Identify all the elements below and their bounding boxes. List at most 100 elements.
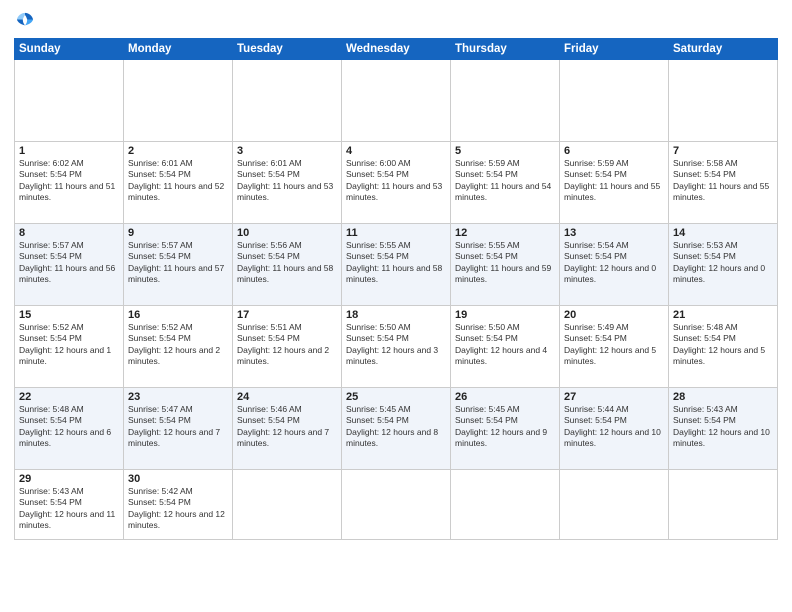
calendar-cell: [669, 60, 778, 142]
day-info: Sunrise: 5:42 AMSunset: 5:54 PMDaylight:…: [128, 486, 228, 532]
col-thursday: Thursday: [451, 39, 560, 60]
calendar-cell: [233, 470, 342, 540]
calendar-cell: 27Sunrise: 5:44 AMSunset: 5:54 PMDayligh…: [560, 388, 669, 470]
day-info: Sunrise: 5:49 AMSunset: 5:54 PMDaylight:…: [564, 322, 664, 368]
day-number: 1: [19, 145, 119, 157]
calendar-cell: 18Sunrise: 5:50 AMSunset: 5:54 PMDayligh…: [342, 306, 451, 388]
col-friday: Friday: [560, 39, 669, 60]
day-info: Sunrise: 5:50 AMSunset: 5:54 PMDaylight:…: [346, 322, 446, 368]
calendar-cell: 10Sunrise: 5:56 AMSunset: 5:54 PMDayligh…: [233, 224, 342, 306]
calendar-cell: [669, 470, 778, 540]
calendar-header-row: Sunday Monday Tuesday Wednesday Thursday…: [15, 39, 778, 60]
calendar-cell: 29Sunrise: 5:43 AMSunset: 5:54 PMDayligh…: [15, 470, 124, 540]
calendar-week-row: 22Sunrise: 5:48 AMSunset: 5:54 PMDayligh…: [15, 388, 778, 470]
day-number: 18: [346, 309, 446, 321]
calendar-cell: [342, 60, 451, 142]
day-number: 13: [564, 227, 664, 239]
day-info: Sunrise: 5:55 AMSunset: 5:54 PMDaylight:…: [346, 240, 446, 286]
day-info: Sunrise: 6:02 AMSunset: 5:54 PMDaylight:…: [19, 158, 119, 204]
day-number: 2: [128, 145, 228, 157]
calendar-cell: 16Sunrise: 5:52 AMSunset: 5:54 PMDayligh…: [124, 306, 233, 388]
calendar-cell: 6Sunrise: 5:59 AMSunset: 5:54 PMDaylight…: [560, 142, 669, 224]
calendar-cell: 11Sunrise: 5:55 AMSunset: 5:54 PMDayligh…: [342, 224, 451, 306]
calendar-cell: 12Sunrise: 5:55 AMSunset: 5:54 PMDayligh…: [451, 224, 560, 306]
day-number: 15: [19, 309, 119, 321]
calendar-cell: 21Sunrise: 5:48 AMSunset: 5:54 PMDayligh…: [669, 306, 778, 388]
calendar-week-row: [15, 60, 778, 142]
day-info: Sunrise: 5:52 AMSunset: 5:54 PMDaylight:…: [19, 322, 119, 368]
page: Sunday Monday Tuesday Wednesday Thursday…: [0, 0, 792, 612]
day-info: Sunrise: 5:54 AMSunset: 5:54 PMDaylight:…: [564, 240, 664, 286]
logo: [14, 10, 38, 32]
calendar-week-row: 1Sunrise: 6:02 AMSunset: 5:54 PMDaylight…: [15, 142, 778, 224]
calendar-cell: [342, 470, 451, 540]
calendar-cell: [451, 60, 560, 142]
day-number: 25: [346, 391, 446, 403]
day-number: 19: [455, 309, 555, 321]
calendar-cell: 1Sunrise: 6:02 AMSunset: 5:54 PMDaylight…: [15, 142, 124, 224]
day-info: Sunrise: 6:01 AMSunset: 5:54 PMDaylight:…: [128, 158, 228, 204]
day-info: Sunrise: 5:45 AMSunset: 5:54 PMDaylight:…: [346, 404, 446, 450]
calendar-cell: [560, 470, 669, 540]
day-number: 8: [19, 227, 119, 239]
calendar-cell: 22Sunrise: 5:48 AMSunset: 5:54 PMDayligh…: [15, 388, 124, 470]
calendar-cell: 8Sunrise: 5:57 AMSunset: 5:54 PMDaylight…: [15, 224, 124, 306]
calendar-cell: 26Sunrise: 5:45 AMSunset: 5:54 PMDayligh…: [451, 388, 560, 470]
day-info: Sunrise: 5:55 AMSunset: 5:54 PMDaylight:…: [455, 240, 555, 286]
day-number: 5: [455, 145, 555, 157]
day-info: Sunrise: 5:57 AMSunset: 5:54 PMDaylight:…: [19, 240, 119, 286]
day-number: 7: [673, 145, 773, 157]
day-info: Sunrise: 5:51 AMSunset: 5:54 PMDaylight:…: [237, 322, 337, 368]
calendar-cell: [560, 60, 669, 142]
day-info: Sunrise: 5:52 AMSunset: 5:54 PMDaylight:…: [128, 322, 228, 368]
calendar-cell: 14Sunrise: 5:53 AMSunset: 5:54 PMDayligh…: [669, 224, 778, 306]
day-info: Sunrise: 5:43 AMSunset: 5:54 PMDaylight:…: [673, 404, 773, 450]
day-number: 26: [455, 391, 555, 403]
day-info: Sunrise: 5:48 AMSunset: 5:54 PMDaylight:…: [19, 404, 119, 450]
day-number: 22: [19, 391, 119, 403]
day-info: Sunrise: 6:01 AMSunset: 5:54 PMDaylight:…: [237, 158, 337, 204]
day-number: 23: [128, 391, 228, 403]
day-number: 3: [237, 145, 337, 157]
day-info: Sunrise: 5:47 AMSunset: 5:54 PMDaylight:…: [128, 404, 228, 450]
calendar-cell: 13Sunrise: 5:54 AMSunset: 5:54 PMDayligh…: [560, 224, 669, 306]
calendar-week-row: 8Sunrise: 5:57 AMSunset: 5:54 PMDaylight…: [15, 224, 778, 306]
calendar-cell: 23Sunrise: 5:47 AMSunset: 5:54 PMDayligh…: [124, 388, 233, 470]
calendar-cell: 4Sunrise: 6:00 AMSunset: 5:54 PMDaylight…: [342, 142, 451, 224]
day-number: 6: [564, 145, 664, 157]
calendar-cell: 5Sunrise: 5:59 AMSunset: 5:54 PMDaylight…: [451, 142, 560, 224]
day-info: Sunrise: 5:56 AMSunset: 5:54 PMDaylight:…: [237, 240, 337, 286]
day-number: 20: [564, 309, 664, 321]
day-info: Sunrise: 5:43 AMSunset: 5:54 PMDaylight:…: [19, 486, 119, 532]
calendar-table: Sunday Monday Tuesday Wednesday Thursday…: [14, 38, 778, 540]
calendar-week-row: 29Sunrise: 5:43 AMSunset: 5:54 PMDayligh…: [15, 470, 778, 540]
calendar-week-row: 15Sunrise: 5:52 AMSunset: 5:54 PMDayligh…: [15, 306, 778, 388]
day-info: Sunrise: 5:57 AMSunset: 5:54 PMDaylight:…: [128, 240, 228, 286]
day-number: 30: [128, 473, 228, 485]
calendar-cell: 28Sunrise: 5:43 AMSunset: 5:54 PMDayligh…: [669, 388, 778, 470]
calendar-cell: 19Sunrise: 5:50 AMSunset: 5:54 PMDayligh…: [451, 306, 560, 388]
day-number: 17: [237, 309, 337, 321]
day-info: Sunrise: 5:59 AMSunset: 5:54 PMDaylight:…: [564, 158, 664, 204]
day-info: Sunrise: 5:50 AMSunset: 5:54 PMDaylight:…: [455, 322, 555, 368]
logo-icon: [14, 10, 36, 32]
col-tuesday: Tuesday: [233, 39, 342, 60]
calendar-cell: 30Sunrise: 5:42 AMSunset: 5:54 PMDayligh…: [124, 470, 233, 540]
col-monday: Monday: [124, 39, 233, 60]
day-number: 29: [19, 473, 119, 485]
day-number: 24: [237, 391, 337, 403]
day-number: 14: [673, 227, 773, 239]
day-info: Sunrise: 5:45 AMSunset: 5:54 PMDaylight:…: [455, 404, 555, 450]
calendar-cell: 7Sunrise: 5:58 AMSunset: 5:54 PMDaylight…: [669, 142, 778, 224]
header: [14, 10, 778, 32]
calendar-cell: 15Sunrise: 5:52 AMSunset: 5:54 PMDayligh…: [15, 306, 124, 388]
day-info: Sunrise: 6:00 AMSunset: 5:54 PMDaylight:…: [346, 158, 446, 204]
day-info: Sunrise: 5:58 AMSunset: 5:54 PMDaylight:…: [673, 158, 773, 204]
day-number: 12: [455, 227, 555, 239]
calendar-cell: [233, 60, 342, 142]
day-number: 10: [237, 227, 337, 239]
col-sunday: Sunday: [15, 39, 124, 60]
col-wednesday: Wednesday: [342, 39, 451, 60]
calendar-cell: [451, 470, 560, 540]
day-info: Sunrise: 5:59 AMSunset: 5:54 PMDaylight:…: [455, 158, 555, 204]
